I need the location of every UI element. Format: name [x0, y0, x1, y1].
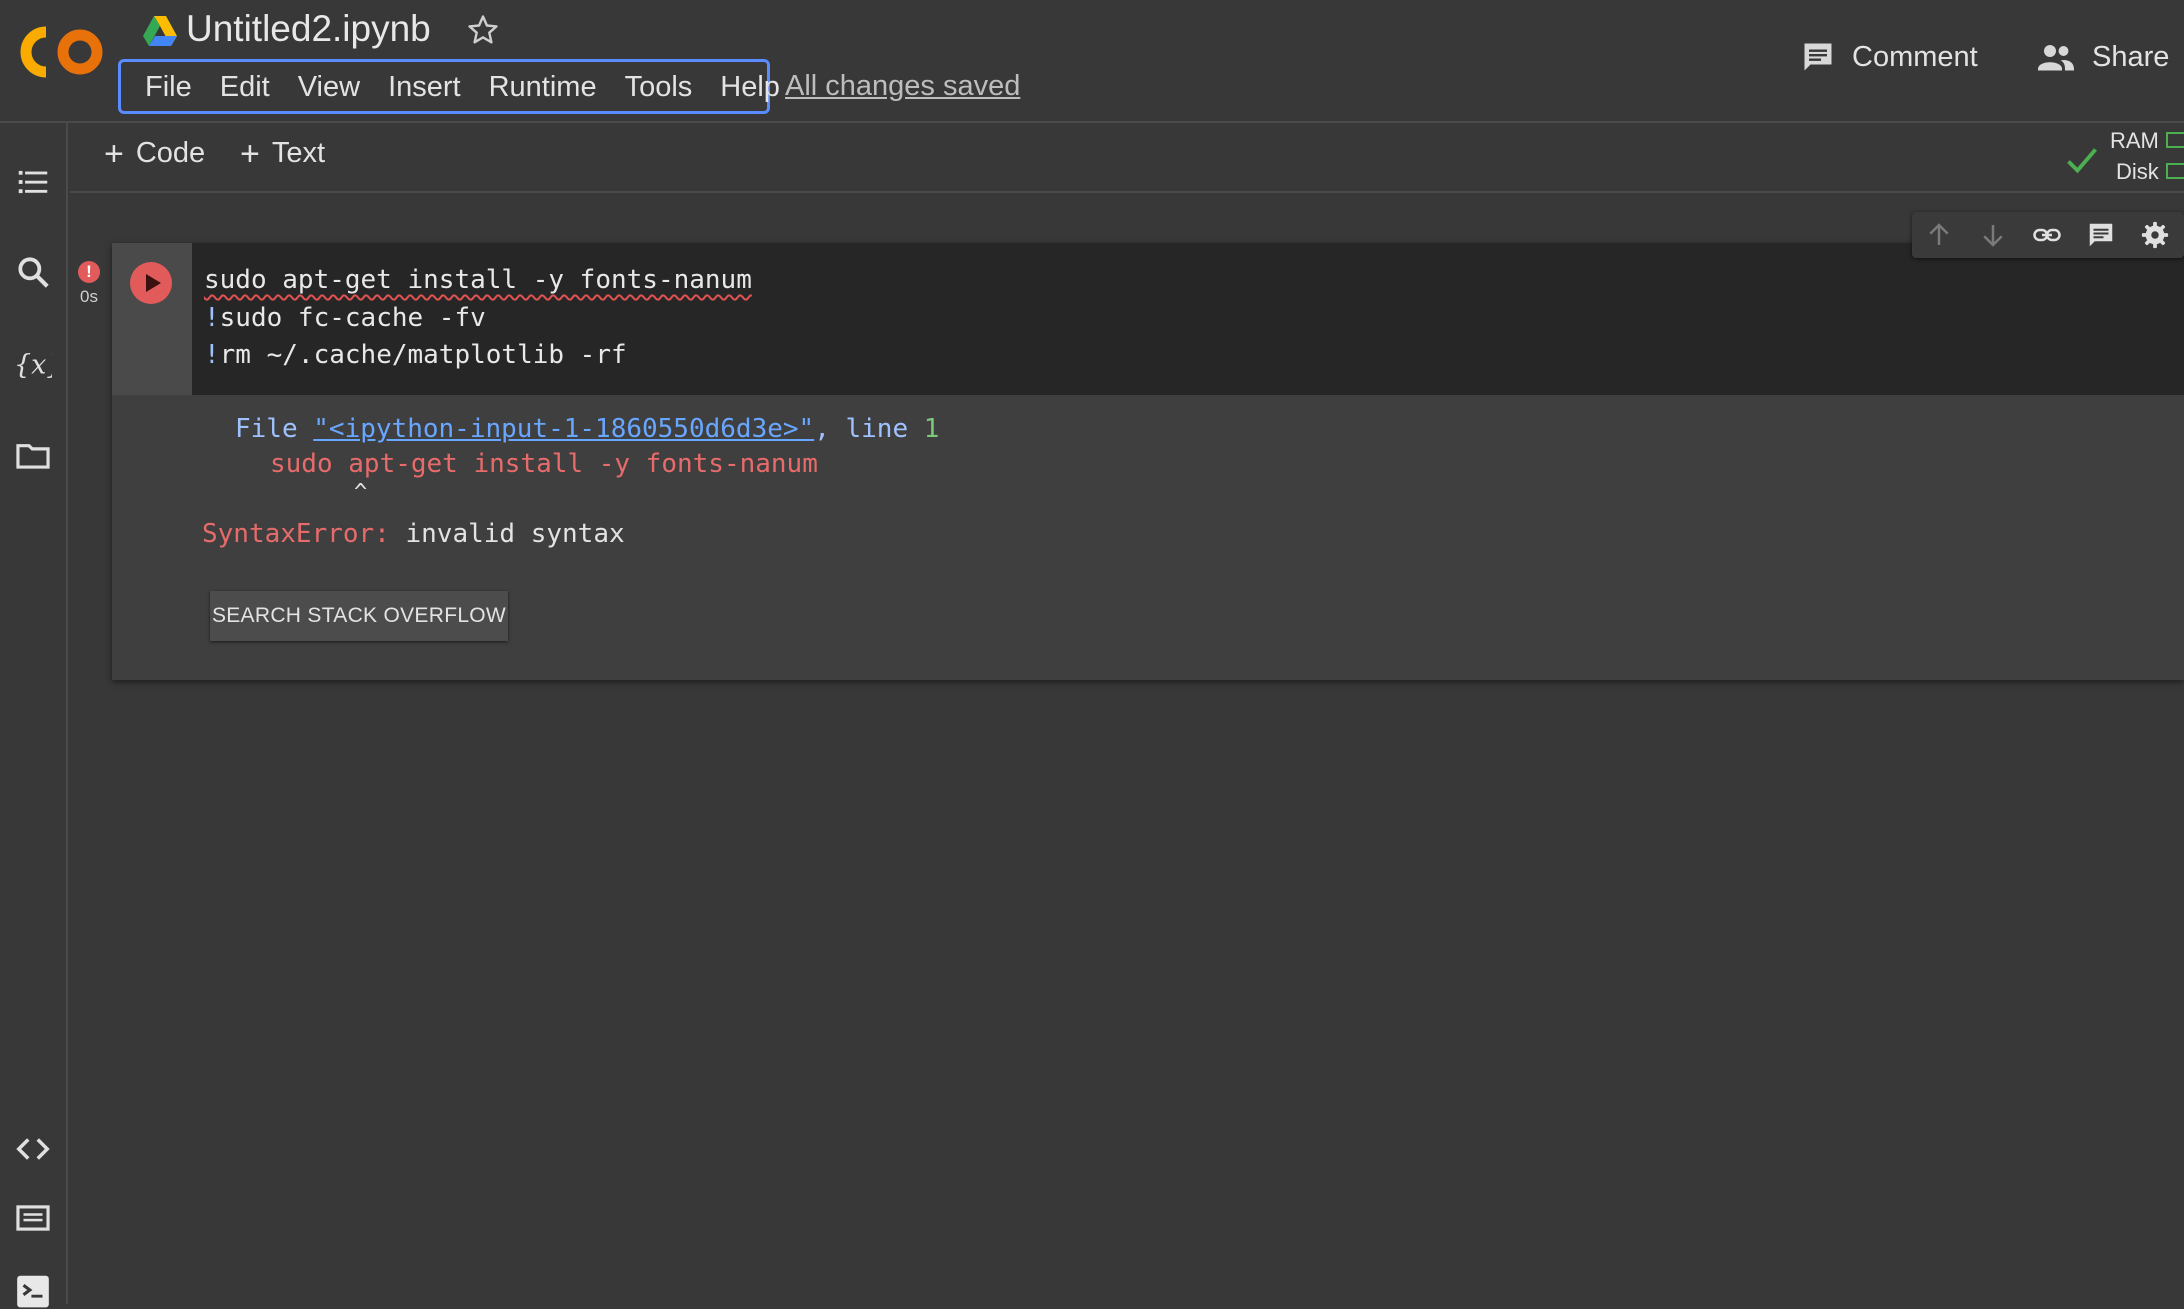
error-name: SyntaxError: — [202, 519, 390, 549]
arrow-down-icon[interactable] — [1978, 220, 2008, 250]
execution-time: 0s — [80, 287, 98, 306]
cell-toolbar — [1912, 212, 2184, 258]
menu-insert[interactable]: Insert — [374, 62, 475, 112]
traceback-line-number: 1 — [923, 414, 940, 444]
share-label: Share — [2092, 40, 2170, 73]
svg-text:{x}: {x} — [14, 350, 52, 381]
menu-help[interactable]: Help — [706, 62, 794, 112]
doc-title[interactable]: Untitled2.ipynb — [186, 8, 431, 50]
play-icon — [146, 274, 161, 292]
command-palette-icon[interactable] — [14, 1199, 52, 1237]
add-code-label: Code — [135, 137, 206, 169]
menu-runtime[interactable]: Runtime — [475, 62, 611, 112]
code-editor[interactable]: sudo apt-get install -y fonts-nanum !sud… — [192, 243, 2184, 395]
toc-icon[interactable] — [14, 163, 52, 201]
traceback-file-prefix: File — [235, 414, 314, 444]
menu-bar: File Edit View Insert Runtime Tools Help — [118, 59, 780, 114]
link-icon[interactable] — [2032, 220, 2062, 250]
code-line-3: !rm ~/.cache/matplotlib -rf — [204, 340, 627, 370]
search-stack-overflow-button[interactable]: SEARCH STACK OVERFLOW — [210, 591, 508, 641]
error-status-icon[interactable]: ! — [78, 261, 100, 283]
shell-bang: ! — [204, 303, 220, 333]
gear-icon[interactable] — [2140, 220, 2170, 250]
menu-file[interactable]: File — [131, 62, 206, 112]
comment-button[interactable]: Comment — [1800, 36, 1978, 78]
plus-icon: + — [240, 134, 260, 173]
traceback-file-link[interactable]: "<ipython-input-1-1860550d6d3e>" — [313, 414, 814, 444]
add-text-label: Text — [271, 137, 326, 169]
comment-cell-icon[interactable] — [2086, 220, 2116, 250]
variables-icon[interactable]: {x} — [14, 345, 52, 383]
code-line-1: sudo apt-get install -y fonts-nanum — [204, 265, 752, 295]
search-icon[interactable] — [14, 253, 52, 291]
shell-bang: ! — [204, 340, 220, 370]
ram-meter[interactable] — [2166, 132, 2184, 148]
run-cell-button[interactable] — [130, 262, 172, 304]
error-text: invalid syntax — [389, 519, 625, 549]
colab-logo[interactable] — [18, 22, 108, 82]
ram-label[interactable]: RAM — [2110, 128, 2159, 154]
error-message: SyntaxError: invalid syntax — [202, 519, 625, 549]
menu-view[interactable]: View — [284, 62, 374, 112]
folder-icon[interactable] — [14, 437, 52, 475]
code-line-3-text: rm ~/.cache/matplotlib -rf — [219, 340, 627, 370]
plus-icon: + — [104, 134, 124, 173]
share-icon — [2038, 45, 2074, 71]
traceback-file-line: File "<ipython-input-1-1860550d6d3e>", l… — [235, 414, 939, 444]
traceback-caret: ^ — [354, 480, 368, 505]
comment-icon — [1804, 43, 1832, 71]
comment-label: Comment — [1852, 40, 1978, 73]
menu-edit[interactable]: Edit — [206, 62, 284, 112]
save-status-link[interactable]: All changes saved — [785, 70, 1020, 103]
code-snippets-icon[interactable] — [14, 1130, 52, 1168]
drive-icon[interactable] — [143, 16, 177, 46]
star-icon[interactable] — [465, 12, 501, 48]
disk-label[interactable]: Disk — [2116, 159, 2159, 185]
terminal-icon[interactable] — [14, 1271, 52, 1309]
notebook-toolbar: + Code + Text — [70, 123, 2184, 193]
add-text-button[interactable]: + Text — [240, 134, 326, 173]
add-code-button[interactable]: + Code — [104, 134, 206, 173]
traceback-line-text: , line — [814, 414, 924, 444]
arrow-up-icon[interactable] — [1924, 220, 1954, 250]
disk-meter[interactable] — [2166, 163, 2184, 179]
traceback-code-line: sudo apt-get install -y fonts-nanum — [270, 449, 818, 479]
menu-tools[interactable]: Tools — [611, 62, 707, 112]
code-line-2-text: sudo fc-cache -fv — [219, 303, 486, 333]
check-icon[interactable] — [2064, 142, 2100, 178]
share-button[interactable]: Share — [2036, 36, 2169, 78]
left-sidebar: {x} — [0, 121, 68, 1308]
code-line-2: !sudo fc-cache -fv — [204, 303, 486, 333]
